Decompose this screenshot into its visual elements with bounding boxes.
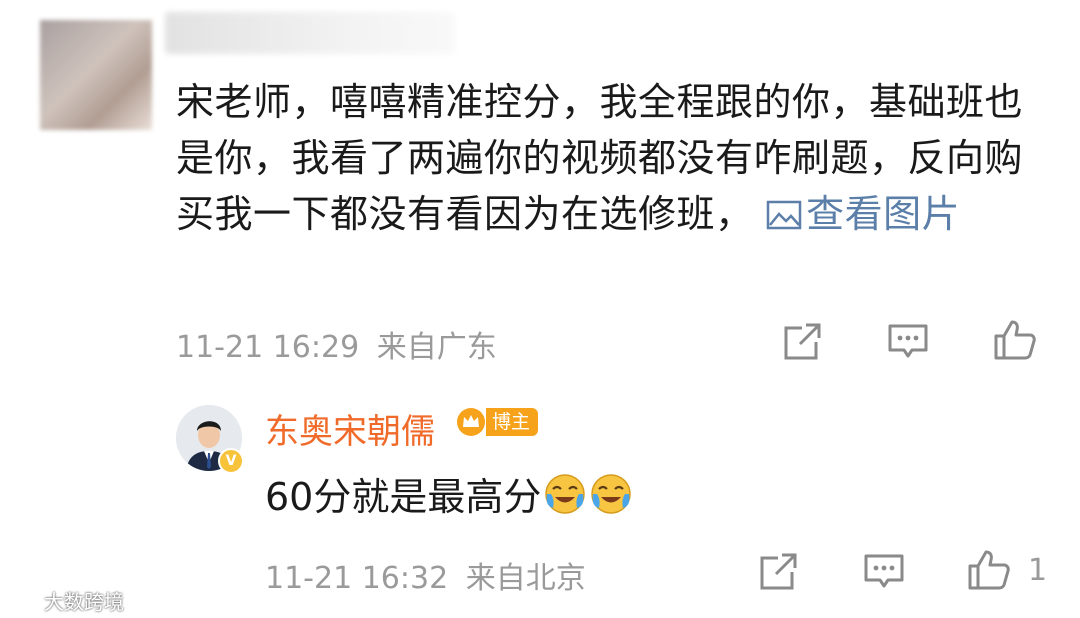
like-count: 1 (1028, 553, 1048, 588)
commenter-avatar[interactable] (40, 20, 152, 130)
share-icon[interactable] (780, 320, 824, 364)
comment-icon[interactable] (862, 552, 906, 592)
like-icon[interactable] (966, 548, 1012, 592)
reply-location: 来自北京 (465, 561, 586, 596)
reply-body: 60分就是最高分 (265, 466, 633, 521)
badge-label: 博主 (486, 408, 539, 436)
comment-meta: 11-21 16:29 来自广东 (176, 322, 497, 366)
reply-time: 11-21 16:32 (265, 561, 449, 596)
picture-icon (766, 200, 802, 230)
laugh-cry-emoji (545, 473, 586, 514)
see-picture-link[interactable]: 查看图片 (766, 192, 960, 236)
watermark: 大数跨境 (10, 586, 124, 615)
comment-time: 11-21 16:29 (176, 330, 360, 365)
verified-icon: V (218, 448, 244, 474)
see-picture-label: 查看图片 (806, 192, 961, 236)
reply-meta: 11-21 16:32 来自北京 (265, 553, 586, 597)
watermark-logo-icon (10, 592, 40, 609)
comment-body: 宋老师，嘻嘻精准控分，我全程跟的你，基础班也是你，我看了两遍你的视频都没有咋刷题… (176, 74, 1046, 242)
like-icon[interactable] (992, 318, 1038, 362)
reply-author-name[interactable]: 东奥宋朝儒 (265, 404, 435, 453)
watermark-text: 大数跨境 (44, 590, 124, 614)
reply-text: 60分就是最高分 (265, 475, 542, 519)
comment-location: 来自广东 (376, 330, 497, 365)
laugh-cry-emoji (591, 473, 632, 514)
blogger-badge: 博主 (456, 406, 539, 438)
commenter-name-blurred[interactable] (165, 12, 455, 54)
share-icon[interactable] (756, 550, 800, 594)
comment-icon[interactable] (886, 322, 930, 362)
crown-icon (457, 408, 485, 436)
